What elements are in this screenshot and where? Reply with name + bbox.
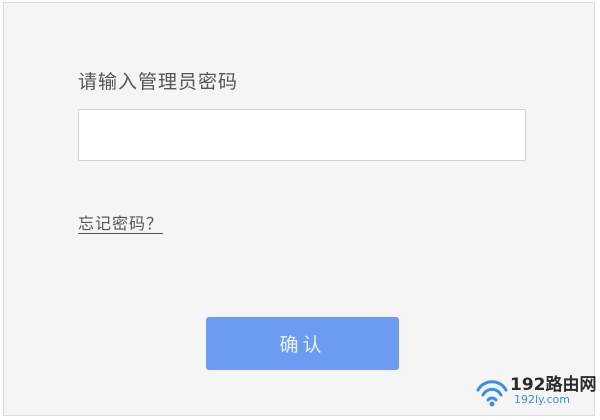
forgot-password-link[interactable]: 忘记密码？ <box>78 210 163 234</box>
password-prompt-label: 请输入管理员密码 <box>78 71 239 93</box>
watermark-url: 192ly.com <box>514 393 570 406</box>
confirm-button[interactable]: 确认 <box>206 317 399 370</box>
site-watermark: 192路由网 192ly.com <box>472 368 597 414</box>
watermark-title: 192路由网 <box>510 375 597 395</box>
login-panel: 请输入管理员密码 忘记密码？ 确认 <box>3 2 595 416</box>
password-input[interactable] <box>78 109 526 161</box>
wifi-icon <box>476 380 508 407</box>
